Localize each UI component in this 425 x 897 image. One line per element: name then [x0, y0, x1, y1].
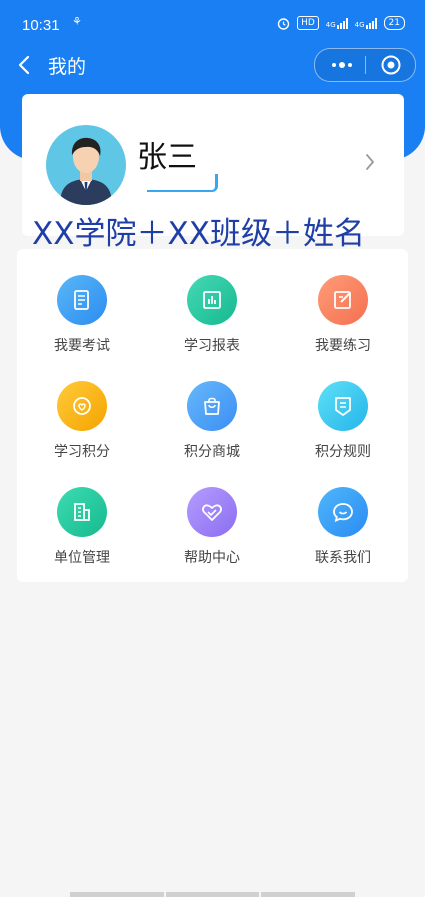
chat-icon — [318, 487, 368, 537]
menu-grid: 我要考试 学习报表 我要练习 学习积分 积分商城 积分规则 单位管理 帮助中心 … — [17, 249, 408, 582]
back-arrow-icon[interactable] — [14, 52, 36, 78]
avatar — [46, 125, 126, 205]
menu-label: 积分规则 — [315, 444, 371, 460]
menu-item-practice[interactable]: 我要练习 — [278, 249, 408, 355]
signal-icon-2 — [365, 17, 377, 29]
hd-badge: HD — [297, 16, 319, 30]
battery-icon: 21 — [383, 16, 405, 30]
points-icon — [57, 381, 107, 431]
menu-label: 单位管理 — [54, 550, 110, 566]
network-label-2: 4G — [354, 20, 365, 29]
alarm-icon — [277, 17, 290, 30]
user-name: 张三 — [137, 140, 197, 175]
menu-label: 学习积分 — [54, 444, 110, 460]
menu-item-shop[interactable]: 积分商城 — [147, 355, 277, 461]
menu-label: 帮助中心 — [184, 550, 240, 566]
home-indicator — [70, 892, 356, 897]
page-title: 我的 — [48, 56, 87, 78]
menu-item-help[interactable]: 帮助中心 — [147, 461, 277, 567]
chevron-right-icon — [366, 154, 375, 170]
more-icon[interactable] — [330, 58, 354, 72]
menu-item-exam[interactable]: 我要考试 — [17, 249, 147, 355]
status-bar: 10:31 ⚘ HD 4G 4G 21 — [0, 0, 425, 52]
signal-icon — [336, 17, 348, 29]
menu-label: 我要考试 — [54, 338, 110, 354]
menu-label: 积分商城 — [184, 444, 240, 460]
user-avatar-icon — [60, 137, 112, 205]
menu-item-rules[interactable]: 积分规则 — [278, 355, 408, 461]
network-label-1: 4G — [325, 20, 336, 29]
status-time: 10:31 — [22, 17, 60, 34]
menu-label: 联系我们 — [315, 550, 371, 566]
navigation-bar: 我的 — [0, 48, 425, 84]
shop-icon — [187, 381, 237, 431]
user-subtitle-mark — [147, 174, 218, 192]
menu-item-report[interactable]: 学习报表 — [147, 249, 277, 355]
heart-help-icon — [187, 487, 237, 537]
annotation-text: XX学院＋XX班级＋姓名 — [32, 216, 365, 252]
notification-icon: ⚘ — [72, 15, 82, 28]
menu-label: 我要练习 — [315, 338, 371, 354]
exam-icon — [57, 275, 107, 325]
building-icon — [57, 487, 107, 537]
mini-program-capsule — [314, 48, 416, 82]
close-target-icon[interactable] — [381, 55, 401, 75]
menu-item-contact[interactable]: 联系我们 — [278, 461, 408, 567]
menu-item-points[interactable]: 学习积分 — [17, 355, 147, 461]
menu-item-organization[interactable]: 单位管理 — [17, 461, 147, 567]
report-icon — [187, 275, 237, 325]
menu-label: 学习报表 — [184, 338, 240, 354]
practice-icon — [318, 275, 368, 325]
rules-icon — [318, 381, 368, 431]
